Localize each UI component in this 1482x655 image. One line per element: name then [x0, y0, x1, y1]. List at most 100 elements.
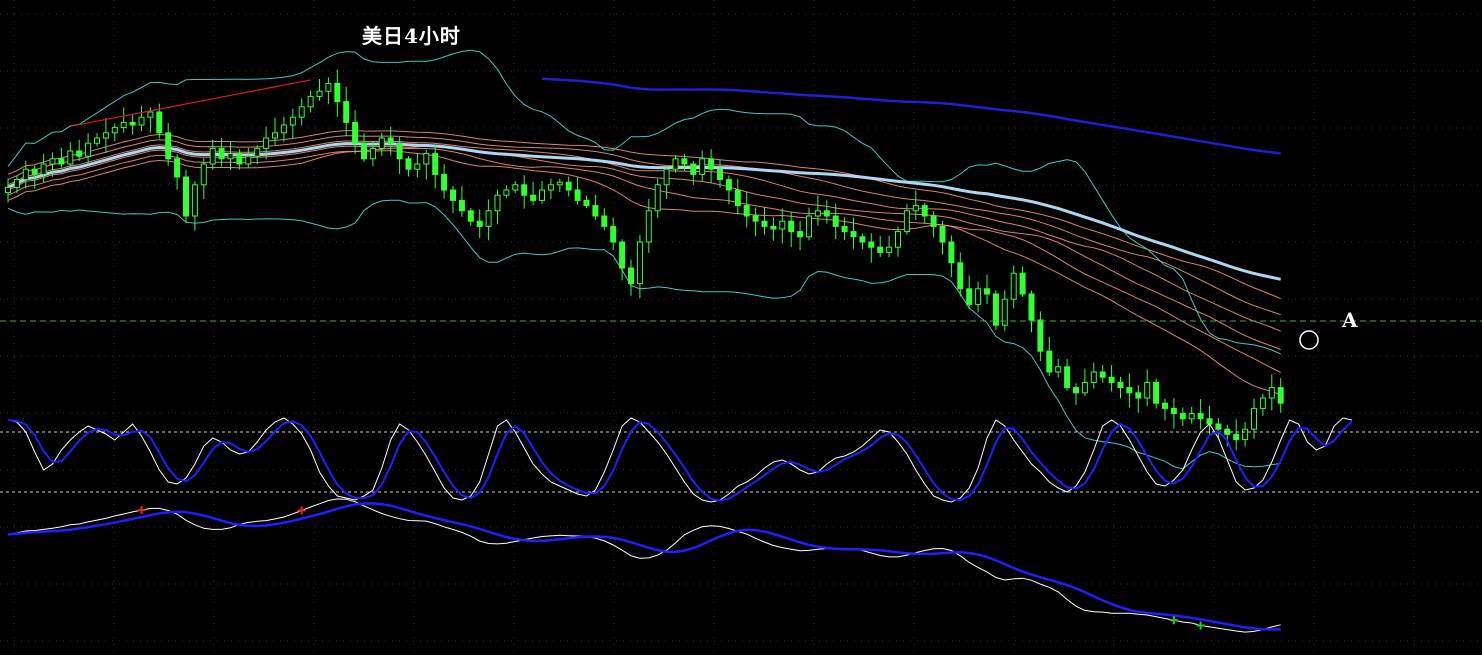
candle-body: [1028, 293, 1035, 321]
candle-body: [494, 194, 501, 212]
candle-body: [690, 163, 697, 175]
candle-body: [761, 220, 768, 227]
oscillator-panel: [0, 417, 1482, 503]
candle-body: [183, 176, 189, 217]
candle-body: [191, 184, 198, 217]
level-lines: [0, 320, 1482, 350]
candle-body: [361, 142, 367, 160]
candle-body: [325, 82, 332, 92]
candle-body: [245, 155, 252, 165]
candle-body: [930, 215, 937, 227]
candle-body: [663, 168, 670, 186]
candle-body: [334, 82, 341, 103]
candle-body: [1073, 387, 1079, 394]
candle-body: [752, 215, 759, 222]
candle-body: [458, 199, 465, 212]
candle-body: [628, 267, 634, 285]
candle-body: [859, 236, 866, 243]
candle-body: [583, 199, 590, 207]
candle-body: [1046, 350, 1053, 373]
candle-body: [725, 179, 732, 191]
candle-body: [601, 215, 608, 227]
candle-body: [565, 181, 572, 191]
signal-marker: [1169, 616, 1178, 625]
candle-body: [40, 163, 47, 175]
candle-body: [797, 231, 804, 238]
candle-body: [218, 147, 225, 160]
candle-body: [1233, 433, 1240, 441]
candle-body: [717, 168, 723, 181]
momentum-fast-line: [7, 498, 1281, 633]
ma-fan: [7, 130, 1281, 396]
marker-circle: [1299, 330, 1319, 350]
candle-body: [1010, 272, 1017, 300]
candle-body: [1108, 376, 1115, 383]
candle-body: [984, 288, 990, 295]
candle-body: [1242, 428, 1249, 441]
candle-body: [1064, 366, 1071, 389]
candle-body: [102, 132, 109, 139]
candle-body: [387, 137, 394, 144]
candle-body: [22, 168, 29, 181]
candle-body: [1251, 407, 1257, 430]
candle-body: [512, 184, 519, 191]
candle-body: [67, 150, 74, 165]
candle-body: [912, 205, 919, 212]
candle-body: [316, 90, 323, 97]
candle-body: [450, 189, 456, 201]
candle-body: [129, 121, 136, 126]
candle-body: [645, 210, 652, 243]
candle-body: [432, 153, 439, 175]
candle-body: [13, 179, 20, 188]
candle-body: [467, 210, 474, 222]
candle-body: [263, 137, 270, 149]
candle-body: [1206, 418, 1213, 425]
candle-body: [1197, 413, 1204, 420]
candle-body: [850, 231, 857, 238]
candle-body: [788, 220, 795, 233]
candle-body: [1277, 387, 1284, 404]
candle-body: [1188, 413, 1195, 420]
candle-body: [272, 132, 278, 139]
candle-body: [49, 158, 56, 165]
candle-body: [734, 189, 741, 207]
candle-body: [574, 189, 581, 201]
candle-body: [138, 116, 145, 126]
candle-body: [672, 158, 679, 170]
candle-body: [743, 205, 750, 217]
candle-body: [485, 210, 492, 227]
candle-body: [352, 121, 359, 144]
grid: [0, 0, 1482, 655]
candle-body: [405, 158, 412, 170]
candle-body: [1090, 371, 1097, 383]
candle-body: [521, 184, 528, 196]
candle-body: [530, 194, 537, 201]
signal-marker: [297, 506, 306, 515]
candle-body: [814, 210, 821, 217]
candle-body: [654, 184, 661, 212]
candle-body: [280, 124, 287, 134]
signal-marker: [137, 506, 146, 515]
candle-body: [832, 215, 839, 227]
candle-body: [147, 111, 154, 118]
candle-body: [441, 173, 448, 191]
candle-body: [957, 262, 964, 290]
candle-body: [610, 225, 617, 243]
candle-body: [396, 142, 403, 160]
candle-body: [1126, 387, 1133, 394]
candle-body: [31, 168, 38, 175]
candle-body: [423, 153, 430, 165]
candle-body: [708, 158, 715, 170]
candle-body: [1081, 381, 1088, 394]
ma-fan-line: [7, 140, 1281, 332]
candle-body: [636, 241, 643, 285]
candle-body: [903, 210, 910, 233]
candle-body: [307, 95, 314, 108]
candle-body: [592, 205, 599, 217]
candle-body: [200, 163, 207, 186]
candle-body: [547, 184, 554, 191]
candle-body: [841, 225, 848, 233]
momentum-slow-line: [7, 502, 1281, 631]
candle-body: [5, 186, 11, 194]
candle-body: [868, 241, 875, 248]
